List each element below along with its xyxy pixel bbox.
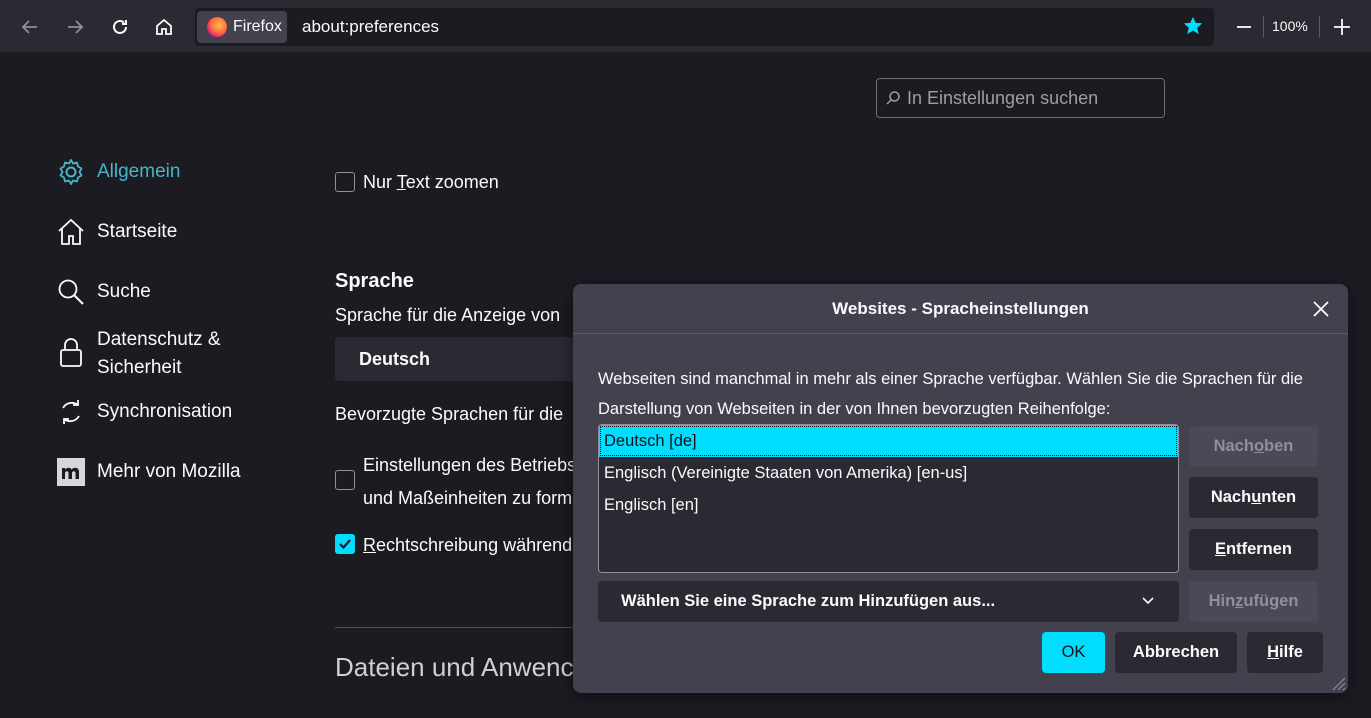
url-bar[interactable]: Firefox about:preferences: [195, 8, 1214, 46]
search-input[interactable]: [907, 87, 1157, 109]
move-down-button[interactable]: Nach u nten: [1189, 477, 1318, 518]
back-button[interactable]: [15, 12, 45, 42]
remove-button[interactable]: Entfernen: [1189, 529, 1318, 570]
language-desc: Sprache für die Anzeige von: [335, 305, 561, 325]
reload-icon: [113, 19, 127, 34]
divider: [335, 627, 595, 628]
chevron-down-icon: [1142, 597, 1154, 605]
spellcheck-label: Rechtschreibung während: [363, 535, 573, 555]
zoom-text-checkbox[interactable]: [335, 172, 355, 192]
zoom-level[interactable]: 100%: [1272, 18, 1308, 34]
mozilla-icon: [55, 456, 87, 488]
search-icon: [886, 91, 900, 105]
move-up-button[interactable]: Nach o ben: [1189, 426, 1318, 467]
sidebar-item-label: Synchronisation: [97, 401, 233, 422]
add-language-select[interactable]: Wählen Sie eine Sprache zum Hinzufügen a…: [598, 581, 1179, 622]
divider: [1319, 16, 1320, 38]
home-button[interactable]: [149, 12, 179, 42]
sidebar-item-startseite[interactable]: Startseite: [55, 216, 177, 248]
lock-icon: [55, 336, 87, 368]
reload-button[interactable]: [105, 12, 135, 42]
list-item[interactable]: Englisch [en]: [599, 489, 1178, 521]
sidebar-item-label: Startseite: [97, 221, 178, 242]
language-select-value: Deutsch: [359, 348, 431, 369]
list-item[interactable]: Deutsch [de]: [599, 425, 1178, 457]
language-list[interactable]: Deutsch [de] Englisch (Vereinigte Staate…: [598, 424, 1179, 573]
add-language-select-label: Wählen Sie eine Sprache zum Hinzufügen a…: [621, 592, 996, 610]
sidebar-item-datenschutz[interactable]: Datenschutz & Sicherheit: [55, 326, 221, 382]
url-text[interactable]: about:preferences: [302, 17, 439, 37]
arrow-right-icon: [68, 20, 84, 34]
bookmark-star-icon[interactable]: [1182, 15, 1204, 37]
spellcheck-checkbox[interactable]: [335, 534, 355, 554]
label-line2: Sicherheit: [97, 357, 182, 378]
language-dialog: Websites - Spracheinstellungen Webseiten…: [573, 284, 1348, 693]
close-button[interactable]: [1310, 298, 1332, 320]
minus-icon: [1237, 26, 1251, 28]
os-settings-line1: Einstellungen des Betriebs: [363, 455, 573, 475]
sidebar-item-suche[interactable]: Suche: [55, 276, 151, 308]
os-settings-line2: und Maßeinheiten zu form: [363, 488, 573, 508]
browser-toolbar: Firefox about:preferences 100%: [0, 0, 1371, 52]
sidebar-item-mozilla[interactable]: Mehr von Mozilla: [55, 456, 241, 488]
dialog-title-text: Websites - Spracheinstellungen: [832, 298, 1089, 318]
language-heading: Sprache: [335, 270, 414, 292]
gear-icon: [55, 156, 87, 188]
resize-grip-icon[interactable]: [1330, 675, 1346, 691]
divider: [1263, 16, 1264, 38]
files-heading: Dateien und Anwenc: [335, 652, 574, 682]
sidebar-item-allgemein[interactable]: Allgemein: [55, 156, 180, 188]
zoom-out-button[interactable]: [1231, 12, 1257, 42]
help-button[interactable]: Hilfe: [1247, 632, 1323, 673]
close-icon: [1313, 301, 1329, 317]
dialog-description: Webseiten sind manchmal in mehr als eine…: [598, 370, 1303, 418]
dialog-title: Websites - Spracheinstellungen: [573, 284, 1348, 334]
os-settings-checkbox[interactable]: [335, 470, 355, 490]
ok-button[interactable]: OK: [1042, 632, 1105, 673]
cancel-button[interactable]: Abbrechen: [1115, 632, 1237, 673]
sidebar-item-label: Suche: [97, 281, 151, 302]
arrow-left-icon: [21, 20, 37, 34]
language-select[interactable]: Deutsch: [335, 337, 595, 381]
list-item[interactable]: Englisch (Vereinigte Staaten von Amerika…: [599, 457, 1178, 489]
add-button[interactable]: Hin z ufügen: [1189, 581, 1318, 622]
zoom-in-button[interactable]: [1328, 12, 1356, 42]
preferred-langs-label: Bevorzugte Sprachen für die: [335, 404, 564, 424]
plus-icon: [1334, 19, 1350, 35]
sidebar-item-synchronisation[interactable]: Synchronisation: [55, 396, 232, 428]
preferences-search[interactable]: [876, 78, 1165, 118]
forward-button[interactable]: [60, 12, 90, 42]
sync-icon: [55, 396, 87, 428]
firefox-logo-icon: [207, 17, 227, 37]
home-icon: [55, 216, 87, 248]
sidebar-item-label: Datenschutz & Sicherheit: [97, 326, 221, 382]
identity-box[interactable]: Firefox: [197, 11, 287, 43]
checkmark-icon: [339, 539, 351, 550]
zoom-text-label: Nur Text zoomen: [363, 172, 499, 192]
label-line1: Datenschutz &: [97, 329, 221, 350]
home-icon: [156, 18, 172, 35]
sidebar-item-label: Allgemein: [97, 161, 181, 182]
search-icon: [55, 276, 87, 308]
sidebar-item-label: Mehr von Mozilla: [97, 461, 241, 482]
identity-label: Firefox: [233, 18, 282, 35]
